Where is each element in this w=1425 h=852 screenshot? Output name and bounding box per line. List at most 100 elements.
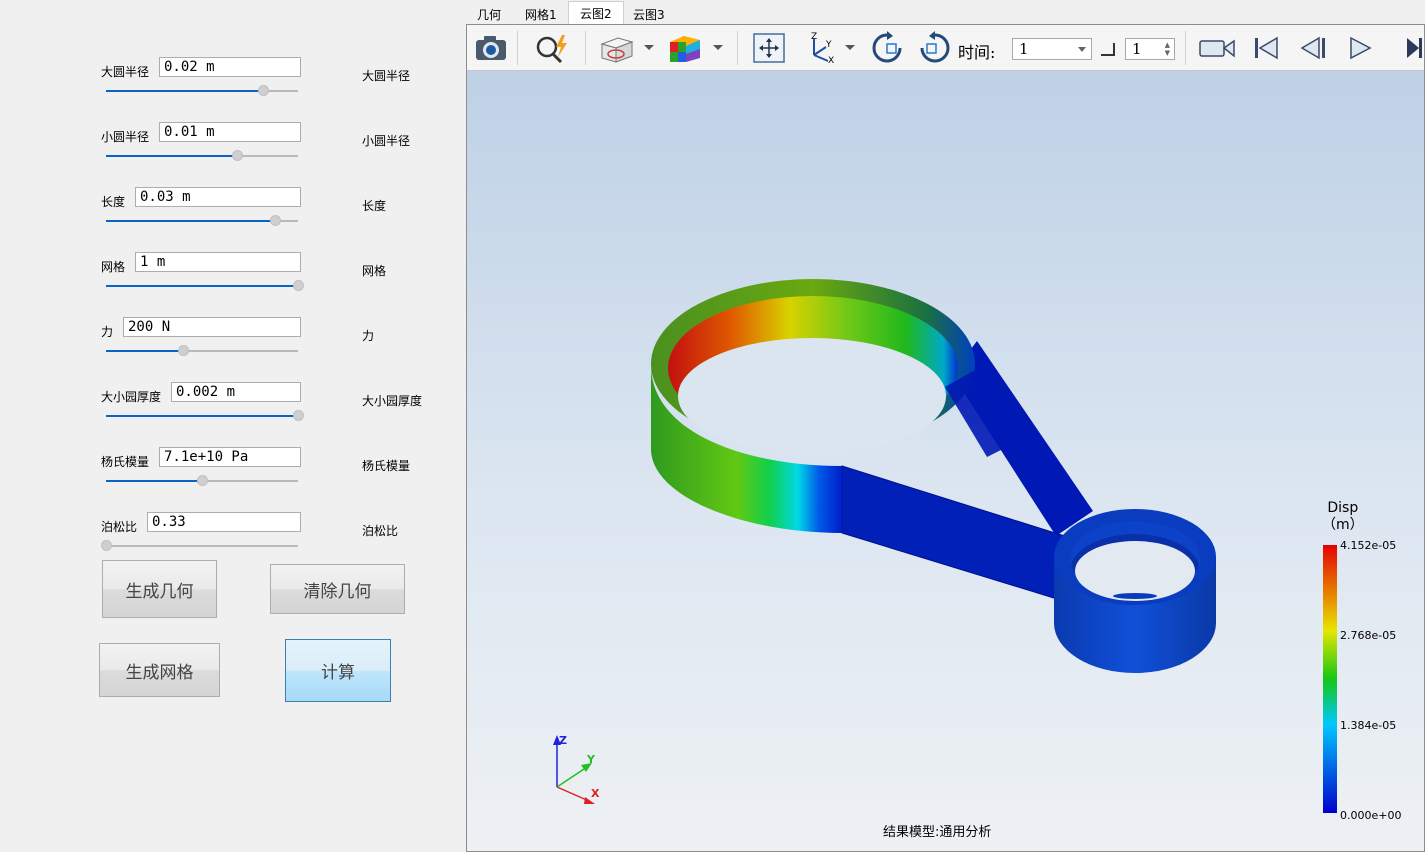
- svg-text:X: X: [828, 56, 834, 65]
- legend-title: Disp （m）: [1322, 500, 1364, 534]
- legend-max-value: 4.152e-05: [1340, 539, 1397, 552]
- param-row-youngs-modulus: 杨氏模量 7.1e+10 Pa 杨氏模量: [0, 447, 466, 507]
- param-echo-label: 长度: [362, 199, 387, 213]
- spin-arrows-icon: ▲ ▼: [1164, 41, 1170, 57]
- svg-text:Y: Y: [825, 40, 832, 50]
- time-select[interactable]: 1: [1012, 38, 1092, 60]
- step-back-icon: [1300, 36, 1325, 60]
- screenshot-button[interactable]: [473, 31, 509, 65]
- param-row-small-radius: 小圆半径 0.01 m 小圆半径: [0, 122, 466, 182]
- param-echo-label: 力: [362, 329, 375, 343]
- param-label: 小圆半径: [101, 130, 150, 144]
- color-cube-icon: [670, 36, 700, 62]
- camera-icon: [476, 36, 506, 60]
- tab-contour-2[interactable]: 云图2: [568, 1, 624, 24]
- rotate-cw-button[interactable]: [917, 31, 953, 65]
- fea-model-render: Z Y X: [553, 279, 1337, 813]
- step-spinbox-value: 1: [1132, 40, 1142, 58]
- legend-upper-value: 2.768e-05: [1340, 629, 1397, 642]
- tab-bar: 几何 网格1 云图2 云图3: [466, 0, 1425, 24]
- app-window: 大圆半径 0.02 m 大圆半径 小圆半径 0.01 m 小圆半径 长度 0.0…: [0, 0, 1425, 852]
- param-row-poisson: 泊松比 0.33 泊松比: [0, 512, 466, 572]
- clip-box-icon: [600, 37, 634, 63]
- triad-z-label: Z: [559, 734, 567, 747]
- play-button[interactable]: [1343, 31, 1377, 65]
- result-model-status: 结果模型:通用分析: [883, 825, 992, 840]
- poisson-ratio-input[interactable]: 0.33: [147, 512, 301, 532]
- rotate-ccw-button[interactable]: [869, 31, 905, 65]
- param-row-thickness: 大小园厚度 0.002 m 大小园厚度: [0, 382, 466, 442]
- zoom-query-button[interactable]: [533, 31, 573, 65]
- fit-view-icon: [753, 33, 785, 63]
- compute-button[interactable]: 计算: [285, 639, 391, 702]
- result-viewer: 几何 网格1 云图2 云图3 Z Y X 时间: 1 1 ▲ ▼ Z Y X D…: [466, 0, 1425, 852]
- param-echo-label: 杨氏模量: [362, 459, 411, 473]
- video-camera-icon: [1199, 39, 1235, 58]
- poisson-ratio-slider[interactable]: [101, 540, 298, 552]
- param-row-force: 力 200 N 力: [0, 317, 466, 377]
- parameter-panel: 大圆半径 0.02 m 大圆半径 小圆半径 0.01 m 小圆半径 长度 0.0…: [0, 0, 466, 852]
- param-echo-label: 大小园厚度: [362, 394, 423, 408]
- view-frame: Z Y X 时间: 1 1 ▲ ▼ Z Y X Disp （m） 4.152e-…: [466, 24, 1425, 852]
- length-input[interactable]: 0.03 m: [135, 187, 301, 207]
- time-label: 时间:: [958, 43, 996, 62]
- axis-view-dropdown-arrow[interactable]: [845, 45, 855, 50]
- param-label: 网格: [101, 260, 126, 274]
- record-button[interactable]: [1197, 31, 1237, 65]
- mesh-input[interactable]: 1 m: [135, 252, 301, 272]
- 3d-scene[interactable]: Z Y X Disp （m） 4.152e-05 2.768e-05 1.384…: [467, 71, 1424, 851]
- thickness-input[interactable]: 0.002 m: [171, 382, 301, 402]
- color-scale-bar: [1323, 545, 1337, 813]
- youngs-modulus-input[interactable]: 7.1e+10 Pa: [159, 447, 301, 467]
- param-row-length: 长度 0.03 m 长度: [0, 187, 466, 247]
- chevron-down-icon: [1078, 47, 1086, 52]
- triad-y-label: Y: [586, 753, 596, 766]
- clip-plane-button[interactable]: [597, 31, 637, 65]
- clear-geometry-button[interactable]: 清除几何: [270, 564, 405, 614]
- force-slider[interactable]: [106, 345, 298, 357]
- legend-title-unit: （m）: [1322, 517, 1364, 533]
- legend-title-quantity: Disp: [1327, 500, 1359, 516]
- axis-triad: Z Y X: [553, 734, 600, 804]
- big-radius-input[interactable]: 0.02 m: [159, 57, 301, 77]
- viewer-toolbar: Z Y X 时间: 1 1 ▲ ▼: [467, 25, 1424, 71]
- param-echo-label: 小圆半径: [362, 134, 411, 148]
- param-label: 大圆半径: [101, 65, 150, 79]
- next-frame-button[interactable]: [1401, 31, 1424, 65]
- param-label: 杨氏模量: [101, 455, 150, 469]
- tab-geometry[interactable]: 几何: [466, 3, 512, 24]
- force-input[interactable]: 200 N: [123, 317, 301, 337]
- rotate-right-icon: [920, 31, 950, 63]
- thickness-slider[interactable]: [106, 410, 304, 422]
- small-radius-slider[interactable]: [106, 150, 298, 162]
- clip-dropdown-arrow[interactable]: [644, 45, 654, 50]
- step-spinbox[interactable]: 1 ▲ ▼: [1125, 38, 1175, 60]
- play-icon: [1350, 36, 1372, 60]
- axis-view-button[interactable]: Z Y X: [803, 31, 839, 65]
- legend-lower-value: 1.384e-05: [1340, 719, 1397, 732]
- mesh-slider[interactable]: [106, 280, 304, 292]
- param-echo-label: 大圆半径: [362, 69, 411, 83]
- rotate-left-icon: [872, 31, 902, 63]
- color-map-button[interactable]: [665, 31, 705, 65]
- youngs-modulus-slider[interactable]: [106, 475, 298, 487]
- param-row-mesh: 网格 1 m 网格: [0, 252, 466, 312]
- first-frame-button[interactable]: [1249, 31, 1283, 65]
- generate-geometry-button[interactable]: 生成几何: [102, 560, 217, 618]
- generate-mesh-button[interactable]: 生成网格: [99, 643, 220, 697]
- small-radius-input[interactable]: 0.01 m: [159, 122, 301, 142]
- length-slider[interactable]: [106, 215, 298, 227]
- fit-view-button[interactable]: [751, 31, 787, 65]
- param-label: 长度: [101, 195, 126, 209]
- param-echo-label: 泊松比: [362, 524, 399, 538]
- time-select-value: 1: [1019, 40, 1029, 58]
- param-row-big-radius: 大圆半径 0.02 m 大圆半径: [0, 57, 466, 117]
- big-radius-slider[interactable]: [106, 85, 298, 97]
- param-label: 泊松比: [101, 520, 138, 534]
- tab-contour-3[interactable]: 云图3: [622, 3, 676, 24]
- previous-frame-button[interactable]: [1297, 31, 1331, 65]
- param-echo-label: 网格: [362, 264, 387, 278]
- tab-mesh-1[interactable]: 网格1: [514, 3, 568, 24]
- triad-x-label: X: [591, 787, 600, 800]
- color-map-dropdown-arrow[interactable]: [713, 45, 723, 50]
